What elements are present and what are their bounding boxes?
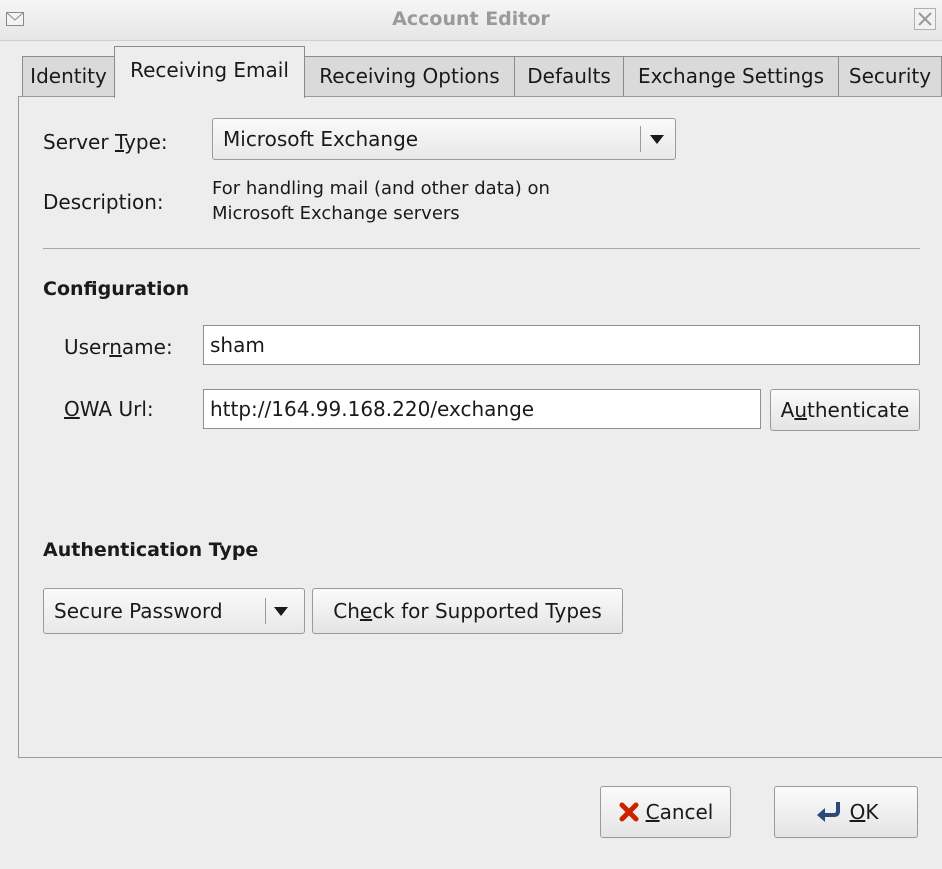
authentication-type-value: Secure Password	[54, 599, 223, 623]
description-label: Description:	[43, 190, 164, 214]
chevron-down-icon	[274, 607, 288, 616]
authentication-type-heading: Authentication Type	[43, 539, 259, 561]
owa-url-label: OWA Url:	[64, 397, 154, 421]
description-text: For handling mail (and other data) on Mi…	[212, 176, 550, 226]
description-line-1: For handling mail (and other data) on	[212, 178, 550, 199]
close-icon[interactable]	[914, 8, 936, 30]
username-label: Username:	[64, 335, 173, 359]
owa-url-field[interactable]: http://164.99.168.220/exchange	[203, 389, 761, 429]
tab-identity[interactable]: Identity	[22, 56, 115, 96]
authenticate-button[interactable]: Authenticate	[770, 389, 920, 431]
configuration-heading: Configuration	[43, 278, 190, 300]
combo-separator	[265, 598, 266, 624]
tab-security[interactable]: Security	[838, 56, 942, 96]
cancel-x-icon	[619, 802, 639, 822]
description-line-2: Microsoft Exchange servers	[212, 203, 460, 224]
ok-label: OK	[849, 800, 879, 824]
chevron-down-icon	[650, 135, 664, 144]
username-field[interactable]: sham	[203, 325, 920, 365]
combo-separator	[640, 126, 641, 152]
tab-receiving-options[interactable]: Receiving Options	[304, 56, 515, 96]
title-bar[interactable]: Account Editor	[0, 0, 942, 41]
tab-receiving-email[interactable]: Receiving Email	[114, 46, 305, 98]
account-editor-window: Account Editor Identity Receiving Email …	[0, 0, 942, 869]
server-type-value: Microsoft Exchange	[223, 127, 419, 151]
tab-defaults[interactable]: Defaults	[514, 56, 624, 96]
tab-exchange-settings[interactable]: Exchange Settings	[623, 56, 839, 96]
check-supported-types-button[interactable]: Check for Supported Types	[312, 588, 623, 634]
ok-button[interactable]: OK	[774, 786, 918, 838]
cancel-button[interactable]: Cancel	[600, 786, 731, 838]
cancel-label: Cancel	[645, 800, 714, 824]
window-title: Account Editor	[392, 8, 550, 30]
server-type-combo[interactable]: Microsoft Exchange	[212, 118, 676, 160]
tab-bar: Identity Receiving Email Receiving Optio…	[0, 42, 942, 98]
ok-return-icon	[816, 802, 840, 822]
divider	[43, 248, 920, 249]
authentication-type-combo[interactable]: Secure Password	[43, 588, 305, 634]
server-type-label: Server Type:	[43, 130, 168, 154]
